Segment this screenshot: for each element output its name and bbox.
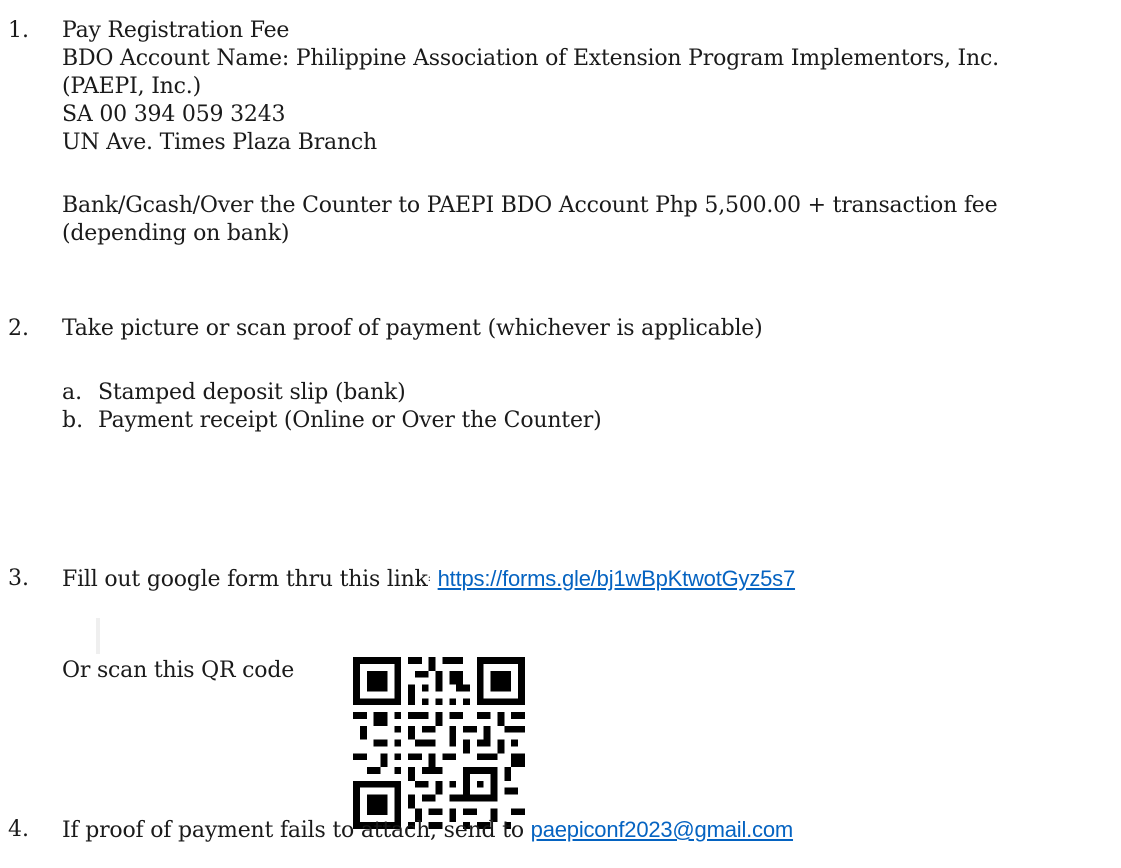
step-1-branch: UN Ave. Times Plaza Branch	[62, 130, 378, 155]
step-1-number: 1.	[8, 18, 29, 43]
step-2-title: Take picture or scan proof of payment (w…	[62, 316, 763, 341]
step-1-account-name-line2: (PAEPI, Inc.)	[62, 74, 201, 99]
qr-caption: Or scan this QR code	[62, 658, 295, 683]
step-3-line: Fill out google form thru this link: htt…	[62, 565, 795, 594]
step-4-title: If proof of payment fails to attach, sen…	[62, 818, 531, 843]
step-1-account-number: SA 00 394 059 3243	[62, 102, 286, 127]
step-1-account-name-line1: BDO Account Name: Philippine Association…	[62, 46, 999, 71]
step-2-sub-b-text: Payment receipt (Online or Over the Coun…	[98, 408, 602, 433]
step-1-payment-line1: Bank/Gcash/Over the Counter to PAEPI BDO…	[62, 193, 998, 218]
step-2-sub-b-letter: b.	[62, 408, 84, 433]
step-3-link-separator: :	[427, 573, 431, 584]
step-3-number: 3.	[8, 566, 29, 591]
step-2-sub-a-text: Stamped deposit slip (bank)	[98, 380, 406, 405]
text-cursor-marker	[96, 618, 100, 654]
step-1-payment-line2: (depending on bank)	[62, 221, 290, 246]
step-4-number: 4.	[8, 817, 29, 842]
google-form-link[interactable]: https://forms.gle/bj1wBpKtwotGyz5s7	[438, 566, 796, 591]
qr-code-icon[interactable]	[350, 657, 528, 829]
step-3-title: Fill out google form thru this link	[62, 567, 428, 592]
step-1-title: Pay Registration Fee	[62, 18, 290, 43]
step-2-number: 2.	[8, 316, 29, 341]
contact-email-link[interactable]: paepiconf2023@gmail.com	[531, 817, 794, 842]
document-page: 1. Pay Registration Fee BDO Account Name…	[0, 0, 1121, 868]
step-2-sub-a-letter: a.	[62, 380, 83, 405]
step-4-line: If proof of payment fails to attach, sen…	[62, 816, 793, 845]
